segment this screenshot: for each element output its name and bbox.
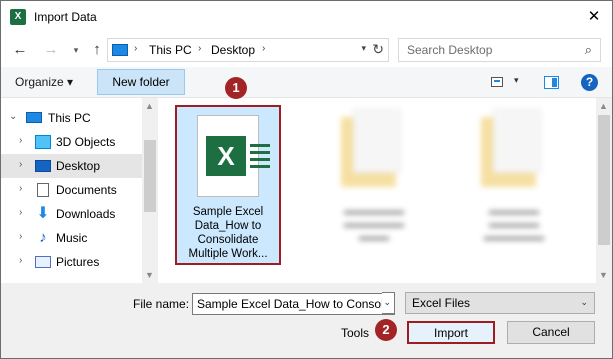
step-badge-2: 2 [375,319,397,341]
excel-file-icon: X [197,115,270,197]
title-bar: X Import Data ✕ [1,1,612,33]
scroll-up-icon[interactable]: ▲ [145,101,154,111]
nav-item-downloads[interactable]: › ⬇ Downloads [1,202,142,226]
nav-item-documents[interactable]: › Documents [1,178,142,202]
change-view-icon[interactable] [491,77,503,87]
music-icon: ♪ [39,229,47,246]
desktop-icon [35,160,51,172]
import-button[interactable]: Import [407,321,495,344]
blurred-file-name: ▬▬▬▬▬ ▬▬▬▬▬ ▬▬▬▬▬▬ [484,206,544,243]
import-data-dialog: X Import Data ✕ ← → ▾ ↑ › This PC › Desk… [0,0,613,359]
document-preview-icon [493,109,541,173]
address-row: ← → ▾ ↑ › This PC › Desktop › ▾ ↻ Search… [1,33,612,67]
file-list-scrollbar[interactable]: ▲ ▼ [596,98,612,283]
nav-item-label: Pictures [56,255,100,269]
nav-item-desktop[interactable]: › Desktop [1,154,142,178]
file-name-value: Sample Excel Data_How to Consol [197,297,384,311]
file-item-sample-excel-data[interactable]: X Sample Excel Data_How to Consolidate M… [175,105,281,265]
search-placeholder: Search Desktop [407,43,493,57]
picture-icon [35,256,51,268]
nav-item-label: Desktop [56,159,101,173]
search-input[interactable]: Search Desktop ⌕ [398,38,601,62]
computer-icon [112,44,128,56]
refresh-icon[interactable]: ↻ [372,41,384,58]
chevron-right-icon: › [134,43,138,54]
excel-app-icon: X [10,9,26,25]
nav-item-label: Music [56,231,88,245]
file-name-field[interactable]: Sample Excel Data_How to Consol [192,293,395,315]
file-name-line: Sample Excel [192,206,264,218]
blurred-file-item[interactable]: ▬▬▬▬▬ ▬▬▬▬▬ ▬▬▬▬▬▬ [461,105,567,265]
address-dropdown-icon[interactable]: ▾ [361,43,366,54]
file-name-field-label: File name: [133,297,190,311]
dialog-footer: File name: Sample Excel Data_How to Cons… [1,283,612,358]
navigation-pane: ⌄ This PC › 3D Objects › Desktop › Docum… [1,98,158,283]
chevron-right-icon[interactable]: › [19,207,22,218]
chevron-right-icon[interactable]: › [19,183,22,194]
excel-grid-icon [250,144,270,168]
file-name-line: Consolidate [197,234,259,246]
blurred-file-name: ▬▬▬▬▬▬ ▬▬▬▬▬▬ ▬▬▬ [344,206,404,243]
file-name-dropdown[interactable]: ⌄ [382,292,395,314]
nav-item-label: This PC [48,111,91,125]
organize-button[interactable]: Organize ▾ [15,75,73,89]
nav-item-music[interactable]: › ♪ Music [1,226,142,250]
chevron-right-icon[interactable]: › [19,255,22,266]
chevron-right-icon[interactable]: › [19,231,22,242]
nav-item-label: 3D Objects [56,135,116,149]
scroll-up-icon[interactable]: ▲ [599,101,608,111]
back-arrow-icon[interactable]: ← [10,40,30,60]
breadcrumb-desktop[interactable]: Desktop [211,43,255,57]
search-icon: ⌕ [584,42,592,57]
chevron-right-icon[interactable]: › [19,135,22,146]
preview-pane-icon[interactable] [544,76,559,89]
file-list-scrollbar-thumb[interactable] [598,115,610,245]
document-preview-icon [353,109,401,173]
nav-scrollbar-thumb[interactable] [144,140,156,212]
nav-item-this-pc[interactable]: ⌄ This PC [1,106,142,130]
file-name-line: Multiple Work... [188,248,268,260]
blurred-file-item[interactable]: ▬▬▬▬▬▬ ▬▬▬▬▬▬ ▬▬▬ [321,105,427,265]
dialog-title: Import Data [34,10,97,24]
excel-x-icon: X [206,136,246,176]
breadcrumb-this-pc[interactable]: This PC [149,43,192,57]
file-type-value: Excel Files [412,296,471,310]
file-type-select[interactable]: Excel Files ⌄ [405,292,595,314]
recent-locations-chevron-icon[interactable]: ▾ [66,40,86,60]
scroll-down-icon[interactable]: ▼ [145,270,154,280]
nav-item-pictures[interactable]: › Pictures [1,250,142,274]
address-bar[interactable]: › This PC › Desktop › ▾ ↻ [107,38,389,62]
chevron-down-icon: ⌄ [580,297,588,307]
forward-arrow-icon[interactable]: → [41,40,61,60]
view-options-chevron-icon[interactable]: ▾ [514,75,519,86]
command-toolbar: Organize ▾ New folder ▾ ? [1,67,612,98]
close-button[interactable]: ✕ [582,5,606,29]
chevron-right-icon: › [198,43,202,54]
new-folder-button[interactable]: New folder [97,69,185,95]
tools-menu-button[interactable]: Tools [341,326,369,340]
chevron-right-icon: › [262,43,266,54]
computer-icon [26,112,42,123]
scroll-down-icon[interactable]: ▼ [599,270,608,280]
chevron-down-icon[interactable]: ⌄ [9,111,17,122]
document-icon [37,183,49,197]
download-icon: ⬇ [36,205,50,222]
nav-scrollbar[interactable]: ▲ ▼ [142,98,158,283]
step-badge-1: 1 [225,77,247,99]
nav-item-3d-objects[interactable]: › 3D Objects [1,130,142,154]
chevron-down-icon: ⌄ [383,297,391,307]
nav-item-label: Documents [56,183,117,197]
nav-item-label: Downloads [56,207,116,221]
up-arrow-icon[interactable]: ↑ [87,40,107,60]
cube-icon [35,135,51,149]
cancel-button[interactable]: Cancel [507,321,595,344]
file-name-line: Data_How to [194,220,262,232]
chevron-right-icon[interactable]: › [19,159,22,170]
file-name-label: Sample Excel Data_How to Consolidate Mul… [177,205,279,261]
file-list: X Sample Excel Data_How to Consolidate M… [158,98,612,283]
help-icon[interactable]: ? [581,74,598,91]
